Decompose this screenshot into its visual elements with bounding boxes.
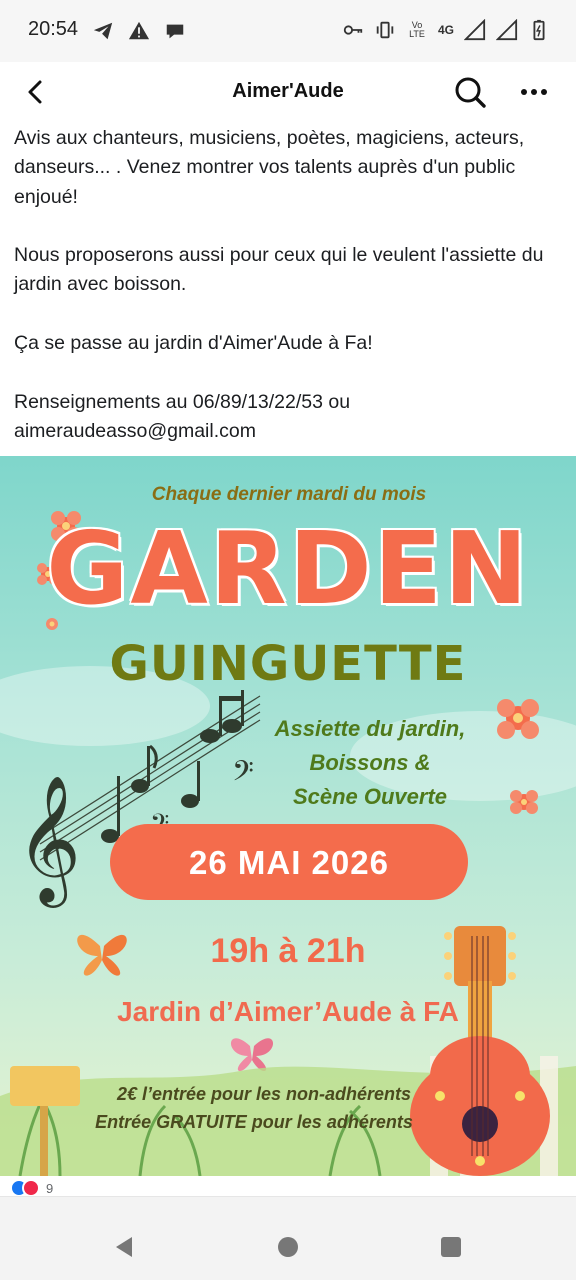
app-bar: Aimer'Aude — [0, 62, 576, 122]
nav-home-icon[interactable] — [278, 1237, 298, 1257]
status-time: 20:54 — [28, 18, 79, 40]
treble-clef-icon: 𝄞 — [16, 774, 81, 908]
post-paragraph: Avis aux chanteurs, musiciens, poètes, m… — [14, 127, 525, 208]
poster-date: 26 MAI 2026 — [189, 844, 389, 881]
post-body: Avis aux chanteurs, musiciens, poètes, m… — [14, 124, 566, 446]
butterfly-icon — [230, 1038, 274, 1072]
poster-subtitle: GUINGUETTE — [109, 636, 467, 692]
poster-time: 19h à 21h — [210, 932, 366, 970]
system-nav-bar — [0, 1196, 576, 1280]
volte-icon: Vo LTE — [406, 21, 428, 39]
signal-icon — [496, 19, 518, 41]
status-left-icons — [92, 20, 186, 42]
nav-recents-icon[interactable] — [441, 1237, 461, 1257]
poster-offer-line: Boissons & — [309, 750, 431, 775]
signal-icon — [464, 19, 486, 41]
poster-offer-line: Scène Ouverte — [292, 784, 448, 809]
status-right-icons: Vo LTE 4G — [342, 18, 550, 42]
network-type: 4G — [437, 23, 454, 37]
reaction-count: 9 — [46, 1180, 54, 1196]
more-horizontal-icon[interactable] — [514, 74, 554, 110]
poster-place: Jardin d’Aimer’Aude à FA — [117, 996, 459, 1027]
reactions-summary[interactable]: 9 — [10, 1179, 54, 1197]
status-bar: 20:54 Vo LTE 4G — [0, 0, 576, 62]
post-paragraph: Ça se passe au jardin d'Aimer'Aude à Fa! — [14, 332, 373, 355]
telegram-icon — [93, 22, 113, 40]
battery-icon — [533, 19, 545, 41]
poster-price-line: 2€ l’entrée pour les non-adhérents — [116, 1084, 412, 1104]
vibrate-icon — [376, 21, 394, 39]
love-reaction-icon — [22, 1179, 40, 1197]
key-icon — [343, 25, 363, 35]
poster-price-line: Entrée GRATUITE pour les adhérents — [95, 1112, 413, 1132]
search-icon[interactable] — [450, 72, 490, 112]
volte-bottom-label: LTE — [409, 29, 425, 39]
nav-back-icon[interactable] — [112, 1235, 136, 1259]
post-paragraph: Nous proposerons aussi pour ceux qui le … — [14, 244, 544, 296]
warning-icon — [128, 21, 150, 40]
post-paragraph: Renseignements au 06/89/13/22/53 ou aime… — [14, 390, 351, 442]
poster-offer-line: Assiette du jardin, — [274, 716, 466, 741]
poster-title: GARDEN — [46, 510, 530, 627]
event-poster-image[interactable]: 𝄞 𝄢 𝄢 — [0, 456, 576, 1176]
chat-bubble-icon — [166, 24, 184, 39]
poster-tagline: Chaque dernier mardi du mois — [151, 484, 427, 505]
poster-offer: Assiette du jardin, Boissons & Scène Ouv… — [250, 712, 490, 814]
